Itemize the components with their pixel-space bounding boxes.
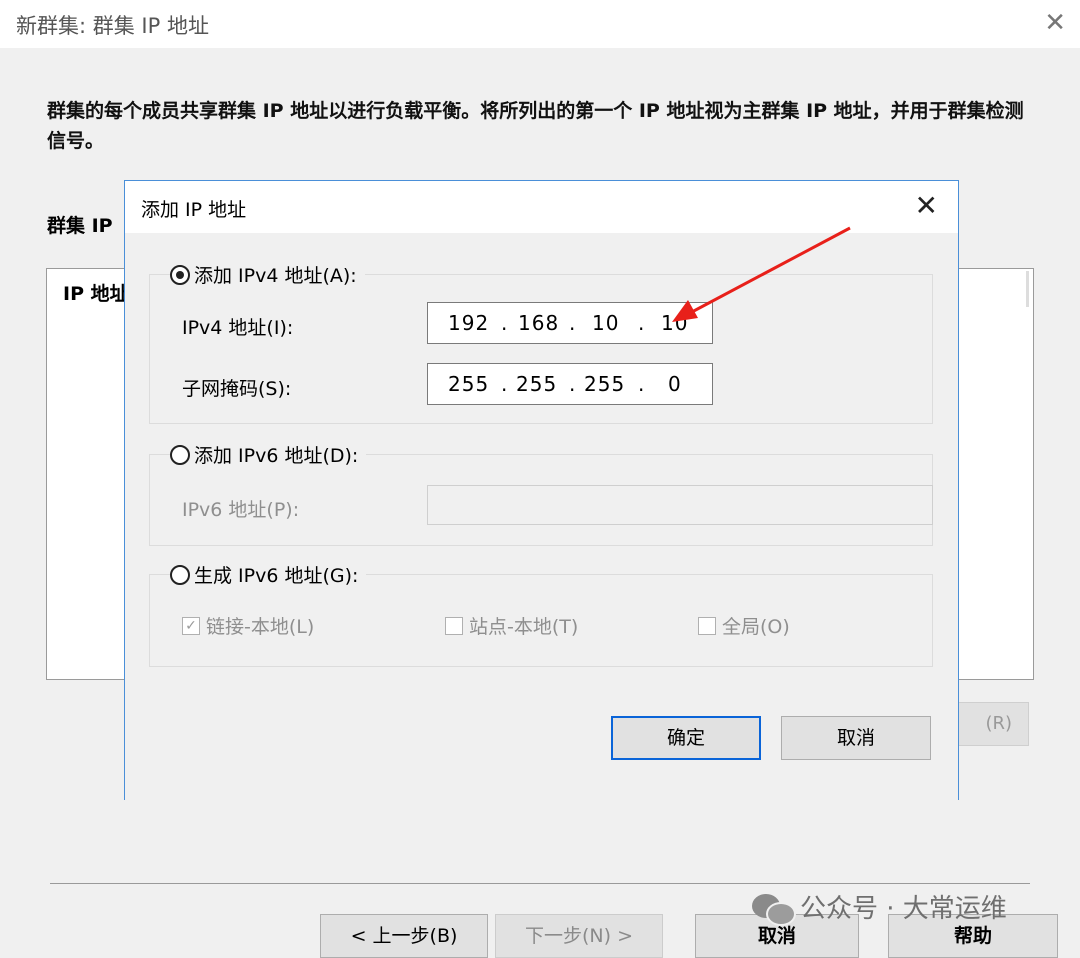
ipv4-group: 添加 IPv4 地址(A): IPv4 地址(I): 192 . 168 . 1… xyxy=(149,261,933,424)
wizard-title: 新群集: 群集 IP 地址 xyxy=(16,14,209,38)
ipv4-dot: . xyxy=(569,311,576,335)
ipv4-radio[interactable] xyxy=(170,264,190,285)
close-icon[interactable]: ✕ xyxy=(1044,8,1066,38)
list-column-header: IP 地址 xyxy=(63,283,129,305)
subnet-dot: . xyxy=(638,372,645,396)
generate-ipv6-radio-option[interactable]: 生成 IPv6 地址(G): xyxy=(170,561,367,588)
ipv6-address-label: IPv6 地址(P): xyxy=(182,499,300,521)
wizard-divider xyxy=(50,883,1030,884)
ipv6-address-field[interactable] xyxy=(427,485,933,525)
dialog-titlebar: 添加 IP 地址 ✕ xyxy=(125,181,958,233)
link-local-label: 链接-本地(L) xyxy=(206,616,315,638)
ipv4-radio-option[interactable]: 添加 IPv4 地址(A): xyxy=(170,261,365,288)
link-local-check-icon: ✓ xyxy=(182,616,200,635)
site-local-label: 站点-本地(T) xyxy=(469,616,579,638)
ipv4-dot: . xyxy=(638,311,645,335)
subnet-octet-2: 255 xyxy=(516,372,558,396)
global-box xyxy=(698,616,716,635)
site-local-checkbox[interactable]: 站点-本地(T) xyxy=(445,612,578,639)
ipv6-option-label: 添加 IPv6 地址(D): xyxy=(194,445,359,467)
ok-button[interactable]: 确定 xyxy=(611,716,761,760)
subnet-dot: . xyxy=(569,372,576,396)
ipv4-octet-2: 168 xyxy=(518,311,560,335)
global-label: 全局(O) xyxy=(722,616,790,638)
ipv4-octet-1: 192 xyxy=(448,311,490,335)
watermark: 公众号 · 大常运维 xyxy=(752,888,1007,926)
generate-ipv6-label: 生成 IPv6 地址(G): xyxy=(194,565,359,587)
list-scrollbar[interactable] xyxy=(1026,271,1029,307)
ipv4-octet-3: 10 xyxy=(592,311,620,335)
cluster-ip-label: 群集 IP xyxy=(47,215,113,237)
ipv4-dot: . xyxy=(501,311,508,335)
watermark-text: 公众号 · 大常运维 xyxy=(800,894,1007,924)
ipv4-address-field[interactable]: 192 . 168 . 10 . 10 xyxy=(427,302,713,344)
global-checkbox[interactable]: 全局(O) xyxy=(698,612,790,639)
site-local-box xyxy=(445,616,463,635)
ipv4-address-label: IPv4 地址(I): xyxy=(182,317,294,339)
dialog-title: 添加 IP 地址 xyxy=(141,199,247,221)
next-button[interactable]: 下一步(N) > xyxy=(495,914,663,958)
ipv6-radio[interactable] xyxy=(170,444,190,465)
ipv4-octet-4: 10 xyxy=(661,311,689,335)
subnet-mask-field[interactable]: 255 . 255 . 255 . 0 xyxy=(427,363,713,405)
ipv4-option-label: 添加 IPv4 地址(A): xyxy=(194,265,357,287)
subnet-octet-3: 255 xyxy=(584,372,626,396)
add-ip-dialog: 添加 IP 地址 ✕ 添加 IPv4 地址(A): IPv4 地址(I): 19… xyxy=(124,180,959,800)
back-button[interactable]: < 上一步(B) xyxy=(320,914,488,958)
wechat-icon xyxy=(752,892,796,926)
wizard-titlebar: 新群集: 群集 IP 地址 ✕ xyxy=(0,0,1080,48)
subnet-octet-1: 255 xyxy=(448,372,490,396)
subnet-octet-4: 0 xyxy=(668,372,682,396)
ipv6-radio-option[interactable]: 添加 IPv6 地址(D): xyxy=(170,441,367,468)
subnet-dot: . xyxy=(501,372,508,396)
generate-ipv6-group: 生成 IPv6 地址(G): ✓ 链接-本地(L) 站点-本地(T) 全局(O) xyxy=(149,561,933,667)
wizard-description: 群集的每个成员共享群集 IP 地址以进行负载平衡。将所列出的第一个 IP 地址视… xyxy=(47,100,1024,152)
dialog-cancel-button[interactable]: 取消 xyxy=(781,716,931,760)
generate-ipv6-radio[interactable] xyxy=(170,564,190,585)
ipv6-group: 添加 IPv6 地址(D): IPv6 地址(P): xyxy=(149,441,933,546)
subnet-mask-label: 子网掩码(S): xyxy=(182,378,292,400)
dialog-close-icon[interactable]: ✕ xyxy=(915,189,938,222)
link-local-checkbox[interactable]: ✓ 链接-本地(L) xyxy=(182,612,314,639)
